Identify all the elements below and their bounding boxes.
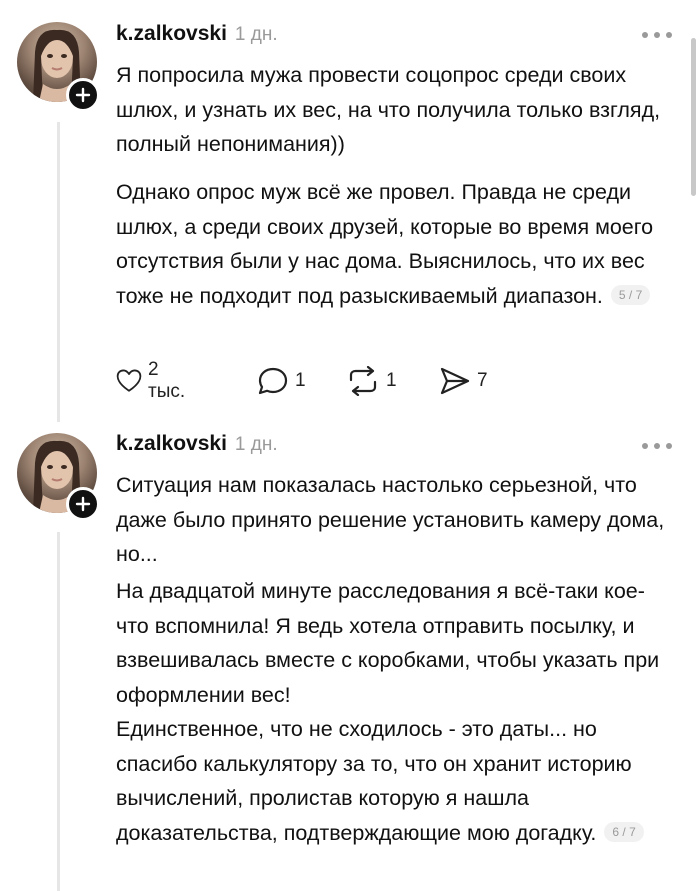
comment-button[interactable]: 1 <box>257 364 306 398</box>
follow-button[interactable] <box>66 78 100 112</box>
more-icon[interactable] <box>642 441 672 451</box>
thread-line <box>57 122 60 422</box>
more-icon[interactable] <box>642 30 672 40</box>
like-count: 2 тыс. <box>148 359 186 402</box>
share-count: 7 <box>477 370 488 391</box>
post-time: 1 дн. <box>234 434 278 455</box>
send-icon <box>440 367 470 395</box>
like-button[interactable]: 2 тыс. <box>116 359 191 402</box>
heart-icon <box>116 369 142 392</box>
thread-counter: 5 / 7 <box>610 284 651 305</box>
follow-button[interactable] <box>66 487 100 521</box>
username[interactable]: k.zalkovski <box>116 432 227 456</box>
post-paragraph: Единственное, что не сходилось - это дат… <box>116 712 671 850</box>
plus-icon <box>75 87 91 103</box>
post-paragraph-text: Однако опрос муж всё же провел. Правда н… <box>116 180 654 308</box>
repost-icon <box>349 366 377 396</box>
thread-line <box>57 532 60 891</box>
comment-icon <box>258 367 288 395</box>
username[interactable]: k.zalkovski <box>116 22 227 46</box>
thread-counter: 6 / 7 <box>604 821 644 842</box>
post-paragraph: Однако опрос муж всё же провел. Правда н… <box>116 175 671 313</box>
post-time: 1 дн. <box>234 24 278 45</box>
share-button[interactable]: 7 <box>439 364 488 398</box>
scrollbar[interactable] <box>691 38 696 196</box>
post-paragraph: Ситуация нам показалась настолько серьез… <box>116 473 665 566</box>
post-paragraph: Я попросила мужа провести соцопрос среди… <box>116 63 661 156</box>
comment-count: 1 <box>295 370 306 391</box>
post-header: k.zalkovski 1 дн. <box>116 22 278 46</box>
post-header: k.zalkovski 1 дн. <box>116 432 278 456</box>
post-paragraph-text: Единственное, что не сходилось - это дат… <box>116 717 632 845</box>
post-paragraph: На двадцатой минуте расследования я всё-… <box>116 579 660 707</box>
repost-button[interactable]: 1 <box>346 364 397 398</box>
plus-icon <box>75 496 91 512</box>
repost-count: 1 <box>386 370 397 391</box>
